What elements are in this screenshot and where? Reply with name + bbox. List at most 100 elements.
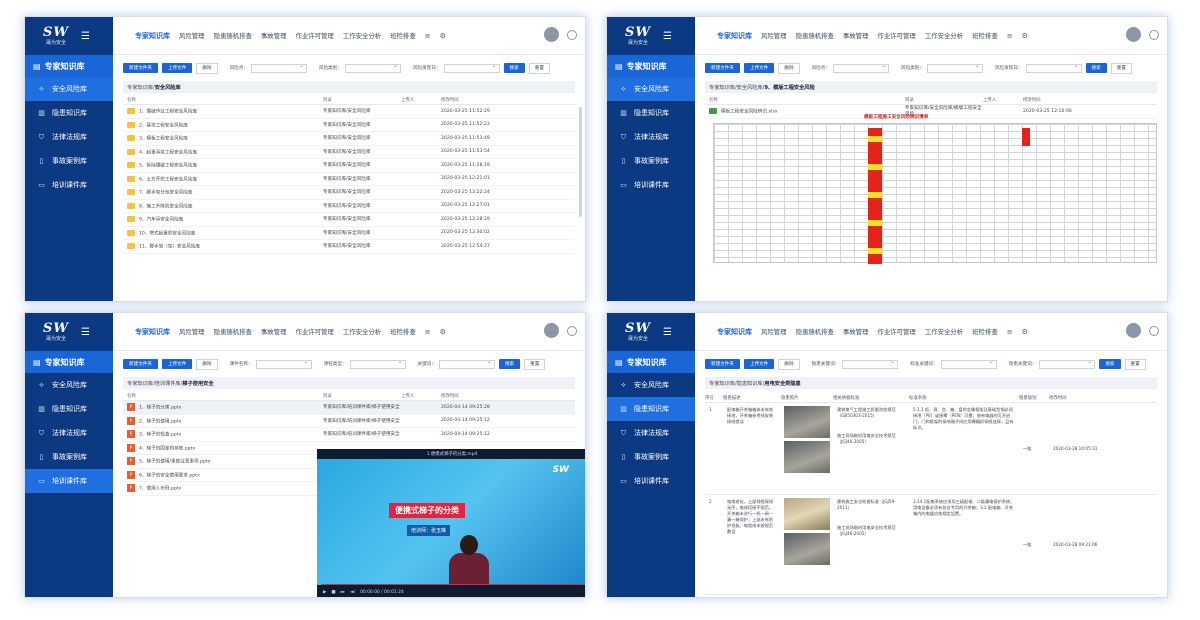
table-row[interactable]: 8、施工升降机安全风险库 专家知识库/安全风险库 2020-03-25 12:27:… (123, 200, 575, 213)
next-icon[interactable]: ▸▸ (341, 590, 345, 595)
power-icon[interactable] (1149, 30, 1159, 40)
power-icon[interactable] (567, 30, 577, 40)
breadcrumb-prefix[interactable]: 专家知识库/隐患知识库/ (709, 380, 764, 387)
menu-icon[interactable]: ☰ (663, 327, 672, 338)
sidebar-item-risk[interactable]: ⟡ 安全风险库 (25, 373, 113, 397)
sidebar-item-training[interactable]: ▭ 培训课件库 (25, 173, 113, 197)
menu-icon[interactable]: ≡ (1007, 32, 1013, 40)
nav-item-risk[interactable]: 风险管理 (179, 327, 205, 336)
sidebar-item-law[interactable]: ⛉ 法律法规库 (25, 421, 113, 445)
nav-item-accident[interactable]: 事故管理 (843, 327, 869, 336)
menu-icon[interactable]: ☰ (663, 31, 672, 42)
nav-item-knowledge[interactable]: 专家知识库 (135, 31, 170, 41)
avatar[interactable] (544, 27, 559, 42)
table-row[interactable]: 9、汽车吊安全风险库 专家知识库/安全风险库 2020-03-25 12:28:29 (123, 213, 575, 227)
sidebar-item-law[interactable]: ⛉ 法律法规库 (607, 421, 695, 445)
table-row[interactable]: 5、拆除爆破工程安全风险库 专家知识库/安全风险库 2020-03-25 11:28… (123, 159, 575, 173)
power-icon[interactable] (567, 326, 577, 336)
volume-icon[interactable]: ◄) (350, 590, 355, 595)
filter-select[interactable] (349, 358, 406, 369)
filter-select[interactable] (438, 358, 495, 369)
sidebar-item-risk[interactable]: ⟡ 安全风险库 (607, 77, 695, 101)
nav-item-knowledge[interactable]: 专家知识库 (135, 327, 170, 337)
filter-select[interactable] (940, 358, 997, 369)
table-row[interactable]: 1、爆破作业工程安全风险库 专家知识库/安全风险库 2020-03-25 11:52… (123, 105, 575, 119)
menu-icon[interactable]: ≡ (425, 32, 431, 40)
gear-icon[interactable]: ⚙ (440, 32, 446, 40)
table-row[interactable]: 6、土方开挖工程安全风险库 专家知识库/安全风险库 2020-03-25 12:21… (123, 173, 575, 186)
filter-select[interactable] (832, 62, 889, 73)
upload-button[interactable]: 上传文件 (161, 359, 193, 369)
sidebar-item-accident[interactable]: ▯ 事故案例库 (25, 149, 113, 173)
search-button[interactable]: 搜索 (1085, 63, 1107, 73)
nav-item-jsa[interactable]: 工作安全分析 (343, 31, 381, 40)
breadcrumb-prefix[interactable]: 专家知识库/ (127, 84, 155, 91)
new-folder-button[interactable]: 新建文件夹 (705, 359, 740, 369)
new-folder-button[interactable]: 新建文件夹 (705, 63, 740, 73)
nav-item-permit[interactable]: 作业许可管理 (877, 31, 915, 40)
nav-item-permit[interactable]: 作业许可管理 (295, 327, 333, 336)
filter-select[interactable] (842, 358, 899, 369)
menu-icon[interactable]: ≡ (425, 328, 431, 336)
avatar[interactable] (544, 323, 559, 338)
hazard-photo[interactable] (784, 498, 830, 530)
nav-item-inspection[interactable]: 班检排查 (972, 31, 998, 40)
video-player[interactable]: 1.便携式梯子的分类.mp4 SW 便携式梯子的分类 培训师：张玉琳 ▶ ■ ▸… (317, 449, 585, 597)
table-row[interactable]: 3、模板工程安全风险库 专家知识库/安全风险库 2020-03-25 11:53:4… (123, 132, 575, 146)
sidebar-item-law[interactable]: ⛉ 法律法规库 (607, 125, 695, 149)
sidebar-item-accident[interactable]: ▯ 事故案例库 (607, 445, 695, 469)
sidebar-item-risk[interactable]: ⟡ 安全风险库 (25, 77, 113, 101)
upload-button[interactable]: 上传文件 (743, 63, 775, 73)
table-row[interactable]: 4、起重吊装工程安全风险库 专家知识库/安全风险库 2020-03-25 11:53… (123, 146, 575, 159)
filter-select[interactable] (443, 62, 500, 73)
gear-icon[interactable]: ⚙ (1022, 328, 1028, 336)
filter-select[interactable] (1039, 358, 1096, 369)
reset-button[interactable]: 重置 (1124, 358, 1146, 370)
table-row[interactable]: P 1、梯子的分类.pptx 专家知识库/培训课件库/梯子使用安全 2020-04-1… (123, 401, 575, 415)
table-row[interactable]: 2 电缆老化，上部线缆接线无序，电线搭接不规范，开关箱未进行一机一闸一漏一箱保护… (705, 495, 1157, 595)
sidebar-item-accident[interactable]: ▯ 事故案例库 (25, 445, 113, 469)
search-button[interactable]: 搜索 (503, 63, 525, 73)
breadcrumb-prefix[interactable]: 专家知识库/培训课件库/ (127, 380, 182, 387)
reset-button[interactable]: 重置 (524, 358, 546, 370)
power-icon[interactable] (1149, 326, 1159, 336)
delete-button[interactable]: 删除 (196, 358, 218, 370)
video-screen[interactable]: SW 便携式梯子的分类 培训师：张玉琳 (317, 459, 585, 585)
hazard-photo[interactable] (784, 406, 830, 438)
table-row[interactable]: P 2、梯子的使用.pptx 专家知识库/培训课件库/梯子使用安全 2020-04-1… (123, 415, 575, 428)
sidebar-item-accident[interactable]: ▯ 事故案例库 (607, 149, 695, 173)
hazard-photo[interactable] (784, 441, 830, 473)
upload-button[interactable]: 上传文件 (743, 359, 775, 369)
delete-button[interactable]: 删除 (778, 62, 800, 74)
stop-icon[interactable]: ■ (331, 590, 335, 595)
filter-select[interactable] (250, 62, 307, 73)
nav-item-hazard[interactable]: 隐患随机排查 (796, 31, 834, 40)
sidebar-item-training[interactable]: ▭ 培训课件库 (607, 469, 695, 493)
table-row[interactable]: 1 配电箱开关箱箱体未有效接地，开关箱参考线安装接线错误 建筑电气工程施工质量验… (705, 403, 1157, 495)
menu-icon[interactable]: ☰ (81, 31, 90, 42)
avatar[interactable] (1126, 323, 1141, 338)
reset-button[interactable]: 重置 (528, 62, 550, 74)
sidebar-item-hazard[interactable]: ▥ 隐患知识库 (607, 397, 695, 421)
nav-item-accident[interactable]: 事故管理 (261, 31, 287, 40)
nav-item-risk[interactable]: 风险管理 (179, 31, 205, 40)
gear-icon[interactable]: ⚙ (1022, 32, 1028, 40)
new-folder-button[interactable]: 新建文件夹 (123, 63, 158, 73)
delete-button[interactable]: 删除 (196, 62, 218, 74)
nav-item-risk[interactable]: 风险管理 (761, 31, 787, 40)
nav-item-inspection[interactable]: 班检排查 (972, 327, 998, 336)
menu-icon[interactable]: ≡ (1007, 328, 1013, 336)
table-row[interactable]: 10、塔式起重机安全风险库 专家知识库/安全风险库 2020-03-25 12:30… (123, 227, 575, 240)
nav-item-accident[interactable]: 事故管理 (261, 327, 287, 336)
sidebar-item-training[interactable]: ▭ 培训课件库 (25, 469, 113, 493)
nav-item-knowledge[interactable]: 专家知识库 (717, 327, 752, 337)
nav-item-jsa[interactable]: 工作安全分析 (343, 327, 381, 336)
table-row[interactable]: 模板工程安全风险辨识.xlsx 专家知识库/安全风险库/模版工程安全风险 202… (705, 105, 1157, 119)
nav-item-accident[interactable]: 事故管理 (843, 31, 869, 40)
scrollbar[interactable] (579, 107, 582, 217)
table-row[interactable]: 2、基坑工程安全风险库 专家知识库/安全风险库 2020-03-25 11:52:2… (123, 119, 575, 132)
nav-item-hazard[interactable]: 隐患随机排查 (796, 327, 834, 336)
nav-item-jsa[interactable]: 工作安全分析 (925, 31, 963, 40)
table-row[interactable]: P 3、梯子的检查.pptx 专家知识库/培训课件库/梯子使用安全 2020-04-1… (123, 428, 575, 442)
search-button[interactable]: 搜索 (498, 359, 521, 369)
